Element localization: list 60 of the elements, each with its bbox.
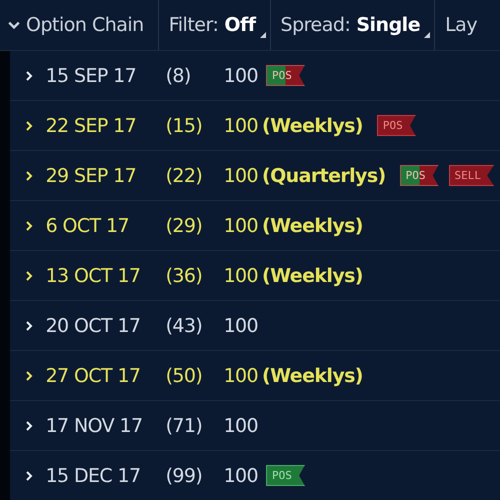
days-to-expiry: (50) xyxy=(166,364,204,386)
position-tag: SELL xyxy=(448,165,494,186)
expand-chevron-icon[interactable] xyxy=(24,220,34,232)
expiration-row[interactable]: 29 SEP 17 (22) 100 (Quarterlys) POS SELL xyxy=(10,151,500,201)
expand-chevron-icon[interactable] xyxy=(24,320,34,332)
expiry-date: 6 OCT 17 xyxy=(46,214,130,236)
expand-chevron-icon[interactable] xyxy=(24,270,34,282)
expiry-date: 29 SEP 17 xyxy=(46,164,138,186)
position-tag: POS xyxy=(376,115,416,136)
series-label: (Weeklys) xyxy=(262,114,363,136)
expiration-row[interactable]: 13 OCT 17 (36) 100 (Weeklys) xyxy=(10,251,500,301)
days-to-expiry: (22) xyxy=(166,164,204,186)
option-chain-toggle[interactable]: Option Chain xyxy=(0,0,159,50)
position-tag: POS xyxy=(400,165,438,186)
layout-dropdown[interactable]: Lay xyxy=(435,0,492,50)
expiration-row[interactable]: 15 SEP 17 (8) 100 POS xyxy=(10,51,500,101)
multiplier: 100 xyxy=(224,114,258,136)
expiry-date: 15 DEC 17 xyxy=(46,464,142,486)
expiry-date: 27 OCT 17 xyxy=(46,364,142,386)
multiplier: 100 xyxy=(224,414,258,436)
expiry-date: 20 OCT 17 xyxy=(46,314,142,336)
days-to-expiry: (15) xyxy=(166,114,204,136)
days-to-expiry: (8) xyxy=(166,64,192,86)
expiration-row[interactable]: 6 OCT 17 (29) 100 (Weeklys) xyxy=(10,201,500,251)
days-to-expiry: (36) xyxy=(166,264,204,286)
series-label: (Weeklys) xyxy=(262,214,363,236)
expand-chevron-icon[interactable] xyxy=(24,170,34,182)
multiplier: 100 xyxy=(224,364,258,386)
chevron-icon xyxy=(8,19,20,31)
multiplier: 100 xyxy=(224,314,258,336)
series-label: (Weeklys) xyxy=(262,264,363,286)
expand-chevron-icon[interactable] xyxy=(24,70,34,82)
multiplier: 100 xyxy=(224,64,258,86)
days-to-expiry: (29) xyxy=(166,214,204,236)
expand-chevron-icon[interactable] xyxy=(24,120,34,132)
expand-chevron-icon[interactable] xyxy=(24,420,34,432)
expiration-row[interactable]: 15 DEC 17 (99) 100 POS xyxy=(10,451,500,500)
series-label: (Weeklys) xyxy=(262,364,363,386)
days-to-expiry: (43) xyxy=(166,314,204,336)
multiplier: 100 xyxy=(224,214,258,236)
multiplier: 100 xyxy=(224,164,258,186)
position-tag: POS xyxy=(266,65,305,86)
series-label: (Quarterlys) xyxy=(262,164,386,186)
expiration-row[interactable]: 17 NOV 17 (71) 100 xyxy=(10,401,500,451)
expiry-date: 17 NOV 17 xyxy=(46,414,144,436)
expand-chevron-icon[interactable] xyxy=(24,470,34,482)
days-to-expiry: (71) xyxy=(166,414,204,436)
spread-dropdown[interactable]: Spread: Single xyxy=(270,0,436,50)
expiration-row[interactable]: 27 OCT 17 (50) 100 (Weeklys) xyxy=(10,351,500,401)
position-tag: POS xyxy=(266,465,305,486)
expiration-row[interactable]: 20 OCT 17 (43) 100 xyxy=(10,301,500,351)
filter-dropdown[interactable]: Filter: Off xyxy=(158,0,271,50)
multiplier: 100 xyxy=(224,464,258,486)
multiplier: 100 xyxy=(224,264,258,286)
expiration-row[interactable]: 22 SEP 17 (15) 100 (Weeklys) POS xyxy=(10,101,500,151)
days-to-expiry: (99) xyxy=(166,464,204,486)
expiry-date: 15 SEP 17 xyxy=(46,64,138,86)
expand-chevron-icon[interactable] xyxy=(24,370,34,382)
expiry-date: 13 OCT 17 xyxy=(46,264,142,286)
expiry-date: 22 SEP 17 xyxy=(46,114,138,136)
